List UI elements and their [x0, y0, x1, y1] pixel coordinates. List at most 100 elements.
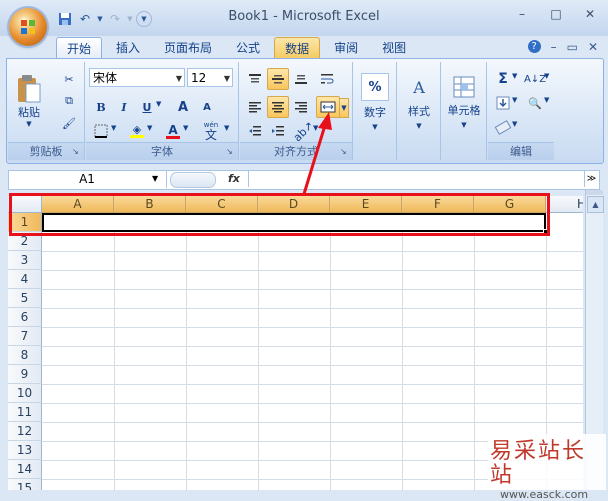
find-select-button[interactable]: 🔍 [524, 92, 546, 114]
cells-dropdown-icon: ▼ [461, 121, 467, 129]
cells-button-label: 单元格 [447, 104, 481, 117]
row-header-6[interactable]: 6 [8, 308, 42, 327]
row-header-14[interactable]: 14 [8, 460, 42, 479]
row-header-7[interactable]: 7 [8, 327, 42, 346]
clipboard-launcher-icon[interactable]: ↘ [72, 147, 82, 157]
formula-bar-handle[interactable] [170, 172, 216, 188]
clear-button[interactable] [492, 116, 514, 138]
clear-dropdown-icon[interactable]: ▼ [512, 120, 517, 128]
tab-data[interactable]: 数据 [274, 37, 321, 60]
underline-button[interactable]: U [136, 96, 158, 118]
autosum-button[interactable]: Σ [492, 68, 514, 90]
cells-group: 单元格 ▼ [442, 62, 487, 160]
align-left-button[interactable] [244, 96, 266, 118]
find-select-dropdown-icon[interactable]: ▼ [544, 96, 549, 104]
row-header-13[interactable]: 13 [8, 441, 42, 460]
gridline [42, 403, 583, 404]
row-header-12[interactable]: 12 [8, 422, 42, 441]
fill-color-button[interactable]: ◈ [126, 120, 148, 142]
font-color-dropdown-icon[interactable]: ▼ [183, 124, 188, 132]
phonetic-button[interactable]: wén 文 [198, 118, 224, 144]
cells-button[interactable]: 单元格 ▼ [444, 66, 484, 138]
fill-down-icon [496, 96, 510, 110]
align-middle-icon [272, 75, 284, 84]
borders-dropdown-icon[interactable]: ▼ [111, 124, 116, 132]
borders-button[interactable] [90, 120, 112, 142]
alignment-launcher-icon[interactable]: ↘ [340, 147, 350, 157]
font-name-dropdown-icon: ▼ [175, 74, 182, 83]
row-header-4[interactable]: 4 [8, 270, 42, 289]
bold-button[interactable]: B [90, 96, 112, 118]
wrap-text-button[interactable] [316, 68, 338, 90]
number-dropdown-icon: ▼ [372, 123, 378, 131]
font-color-letter-icon: A [168, 122, 178, 137]
fill-dropdown-icon[interactable]: ▼ [512, 96, 517, 104]
find-select-icon: 🔍 [528, 96, 542, 110]
name-box[interactable]: A1 [8, 170, 166, 188]
increase-indent-button[interactable] [267, 120, 289, 142]
help-icon[interactable]: ? [527, 40, 541, 53]
formula-bar-divider [166, 170, 167, 188]
merge-center-dropdown-icon[interactable]: ▼ [339, 98, 349, 118]
styles-button[interactable]: A 样式 ▼ [402, 66, 436, 138]
shrink-font-button[interactable]: A [196, 96, 218, 118]
align-top-button[interactable] [244, 68, 266, 90]
paste-button[interactable]: 粘贴 ▼ [14, 66, 44, 136]
tab-review[interactable]: 审阅 [324, 37, 368, 59]
row-header-3[interactable]: 3 [8, 251, 42, 270]
font-name-combo[interactable]: 宋体 ▼ [89, 68, 185, 87]
italic-button[interactable]: I [113, 96, 135, 118]
copy-icon[interactable]: ⧉ [58, 90, 80, 112]
scroll-up-arrow-icon[interactable]: ▲ [587, 196, 604, 213]
close-button[interactable]: ✕ [580, 6, 600, 22]
row-header-15[interactable]: 15 [8, 479, 42, 490]
split-box-handle[interactable] [586, 190, 603, 195]
decrease-indent-button[interactable] [244, 120, 266, 142]
tab-page-layout[interactable]: 页面布局 [154, 37, 222, 59]
phonetic-dropdown-icon[interactable]: ▼ [224, 124, 229, 132]
cut-icon[interactable]: ✂ [58, 68, 80, 90]
office-button[interactable] [9, 8, 47, 46]
row-header-5[interactable]: 5 [8, 289, 42, 308]
fill-color-dropdown-icon[interactable]: ▼ [147, 124, 152, 132]
percent-icon: % [361, 73, 389, 101]
tab-insert[interactable]: 插入 [106, 37, 150, 59]
minimize-button[interactable]: – [512, 6, 532, 22]
number-format-button[interactable]: % 数字 ▼ [358, 66, 392, 138]
font-size-combo[interactable]: 12 ▼ [187, 68, 233, 87]
row-header-8[interactable]: 8 [8, 346, 42, 365]
tab-formulas[interactable]: 公式 [226, 37, 270, 59]
paste-dropdown-icon: ▼ [26, 120, 32, 128]
column-header-h[interactable]: H [546, 196, 583, 213]
grow-font-button[interactable]: A [172, 96, 194, 118]
styles-icon: A [413, 77, 425, 97]
cells-icon [453, 76, 475, 98]
styles-dropdown-icon: ▼ [416, 122, 422, 130]
name-box-dropdown-icon[interactable]: ▼ [152, 174, 158, 183]
font-launcher-icon[interactable]: ↘ [226, 147, 236, 157]
row-header-9[interactable]: 9 [8, 365, 42, 384]
align-bottom-button[interactable] [290, 68, 312, 90]
align-center-button[interactable] [267, 96, 289, 118]
ribbon-minimize-icon[interactable]: – [551, 40, 557, 54]
align-middle-button[interactable] [267, 68, 289, 90]
tab-view[interactable]: 视图 [372, 37, 416, 59]
tab-home[interactable]: 开始 [56, 37, 103, 60]
font-color-button[interactable]: A [162, 120, 184, 142]
insert-function-button[interactable]: fx [228, 172, 240, 185]
ribbon-restore-icon[interactable]: ▭ [567, 40, 578, 54]
fill-button[interactable] [492, 92, 514, 114]
expand-formula-bar-icon[interactable]: ≫ [584, 171, 598, 187]
row-header-10[interactable]: 10 [8, 384, 42, 403]
autosum-dropdown-icon[interactable]: ▼ [512, 72, 517, 80]
number-group-button-label: 数字 [364, 106, 386, 119]
sort-filter-dropdown-icon[interactable]: ▼ [544, 72, 549, 80]
maximize-button[interactable]: □ [546, 6, 566, 22]
underline-dropdown-icon[interactable]: ▼ [156, 100, 161, 108]
ribbon-close-icon[interactable]: ✕ [588, 40, 598, 54]
fill-bucket-icon: ◈ [132, 123, 142, 136]
sort-filter-button[interactable]: A↓Z [524, 68, 546, 90]
row-header-11[interactable]: 11 [8, 403, 42, 422]
format-painter-icon[interactable]: 🖌 [58, 112, 80, 134]
editing-group: Σ ▼ A↓Z ▼ ▼ 🔍 ▼ ▼ 编辑 [488, 62, 554, 160]
